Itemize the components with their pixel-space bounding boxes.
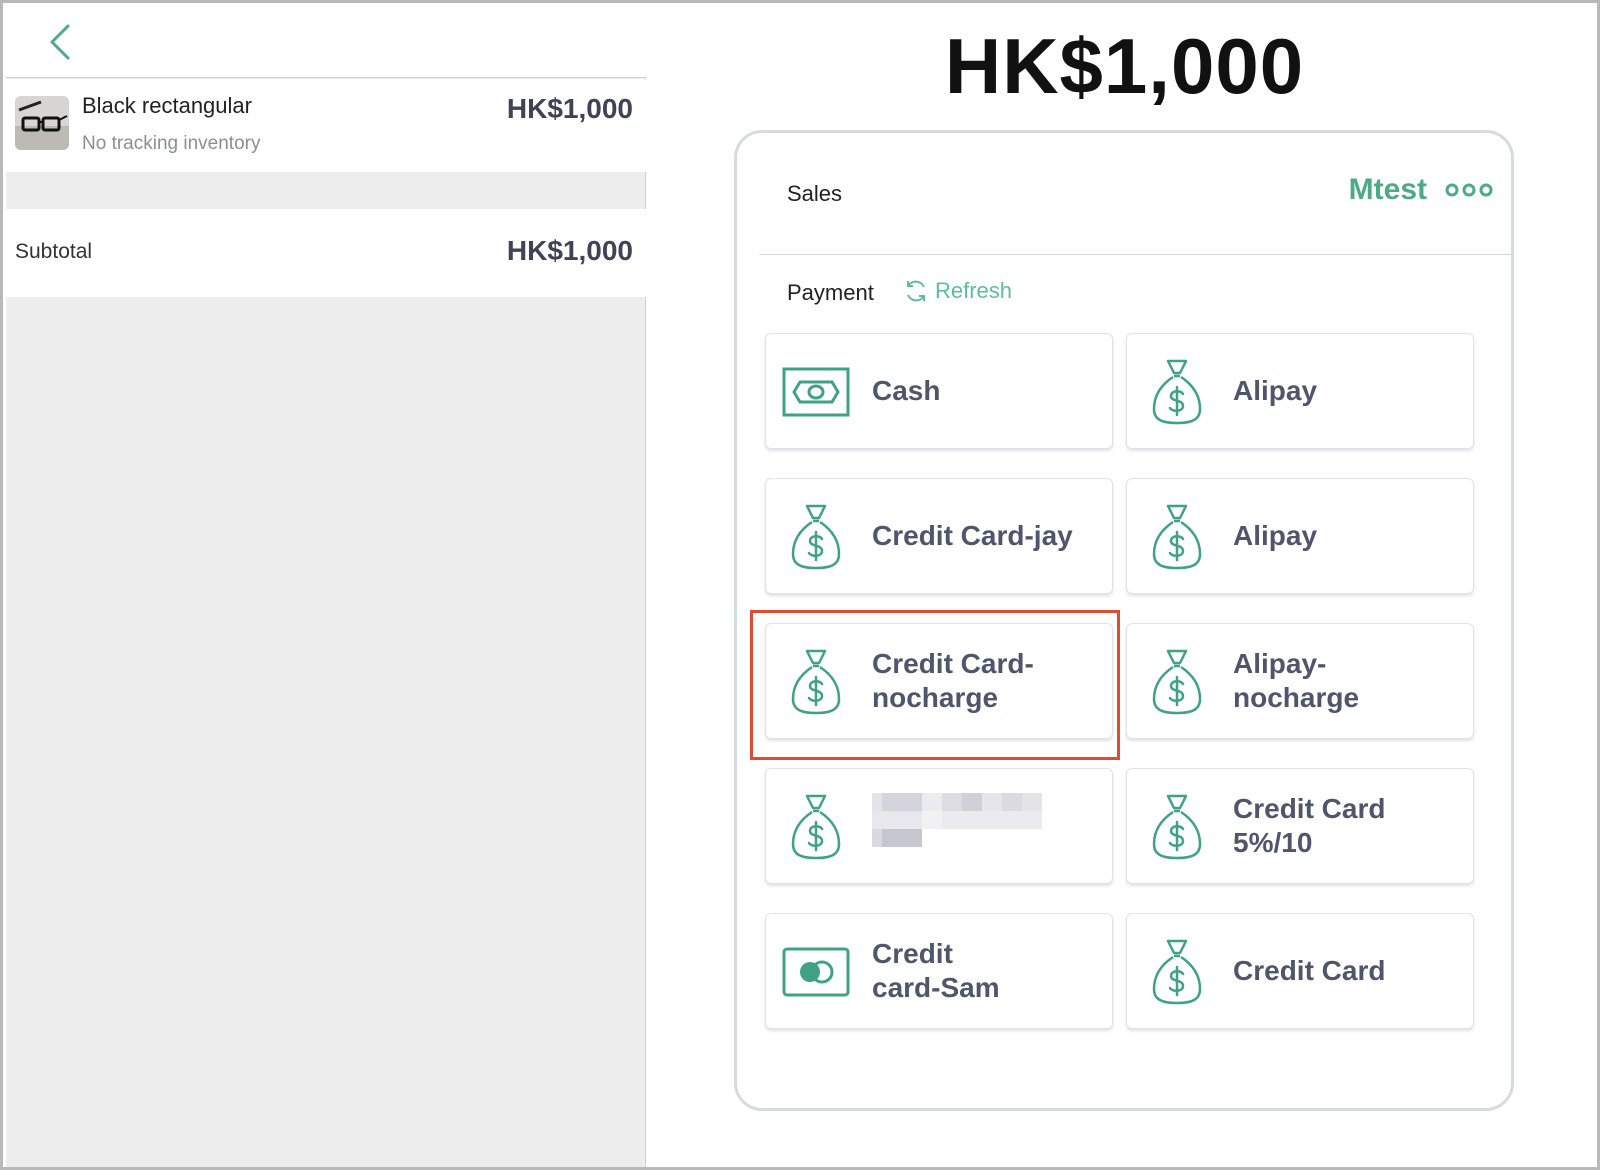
order-item-row[interactable]: Black rectangular No tracking inventory … <box>6 79 646 172</box>
money-bag-icon <box>1141 936 1213 1008</box>
payment-method-alipay-2[interactable]: Alipay <box>1126 478 1474 594</box>
payment-method-credit-card[interactable]: Credit Card <box>1126 913 1474 1029</box>
cash-icon <box>780 356 852 428</box>
payment-method-alipay[interactable]: Alipay <box>1126 333 1474 449</box>
glasses-image <box>15 96 69 150</box>
order-panel: Black rectangular No tracking inventory … <box>6 6 646 1167</box>
payment-method-credit-card-nocharge[interactable]: Credit Card-nocharge <box>765 623 1113 739</box>
payment-method-alipay-nocharge[interactable]: Alipay-nocharge <box>1126 623 1474 739</box>
payment-method-label: Credit card-Sam <box>872 938 1000 1003</box>
money-bag-icon <box>1141 356 1213 428</box>
divider <box>759 254 1511 255</box>
refresh-icon <box>907 280 925 302</box>
payment-method-credit-card-5-10[interactable]: Credit Card 5%/10 <box>1126 768 1474 884</box>
item-price: HK$1,000 <box>506 93 633 124</box>
redacted-label <box>872 793 1042 851</box>
payment-label: Payment <box>787 280 874 305</box>
payment-method-label: Alipay <box>1233 520 1318 551</box>
money-bag-icon <box>780 791 852 863</box>
money-bag-icon <box>1141 791 1213 863</box>
more-options-button[interactable] <box>1445 179 1493 201</box>
payment-method-label: Credit Card 5%/10 <box>1233 793 1386 858</box>
payment-method-label: Cash <box>872 375 941 406</box>
payment-method-credit-card-sam[interactable]: Credit card-Sam <box>765 913 1113 1029</box>
back-button[interactable] <box>44 22 80 62</box>
more-dots-icon <box>1445 183 1493 197</box>
payment-method-label: Alipay-nocharge <box>1233 648 1360 713</box>
payment-method-credit-card-jay[interactable]: Credit Card-jay <box>765 478 1113 594</box>
payment-method-label: Credit Card <box>1233 955 1386 986</box>
item-inventory-note: No tracking inventory <box>82 133 261 154</box>
refresh-label: Refresh <box>935 278 1013 303</box>
money-bag-icon <box>780 501 852 573</box>
app-window: Black rectangular No tracking inventory … <box>0 0 1600 1170</box>
money-bag-icon <box>1141 501 1213 573</box>
payment-card: Sales Mtest Payment Refresh Cash Alipay … <box>734 130 1514 1111</box>
subtotal-row: Subtotal HK$1,000 <box>6 209 646 297</box>
payment-method-label: Credit Card-jay <box>872 520 1073 551</box>
sales-label: Sales <box>787 181 843 206</box>
refresh-button[interactable]: Refresh <box>903 275 1012 307</box>
chevron-left-icon <box>50 24 70 60</box>
subtotal-label: Subtotal <box>15 240 93 263</box>
item-name: Black rectangular <box>82 93 252 118</box>
money-bag-icon <box>780 646 852 718</box>
total-amount: HK$1,000 <box>944 22 1305 110</box>
account-name[interactable]: Mtest <box>1349 173 1427 207</box>
money-bag-icon <box>1141 646 1213 718</box>
payment-method-label: Alipay <box>1233 375 1318 406</box>
nav-bar <box>6 6 646 78</box>
payment-method-redacted[interactable] <box>765 768 1113 884</box>
product-thumbnail <box>15 96 69 150</box>
payment-method-cash[interactable]: Cash <box>765 333 1113 449</box>
payment-method-label: Credit Card-nocharge <box>872 648 1034 713</box>
credit-card-icon <box>780 936 852 1008</box>
subtotal-value: HK$1,000 <box>506 235 633 266</box>
